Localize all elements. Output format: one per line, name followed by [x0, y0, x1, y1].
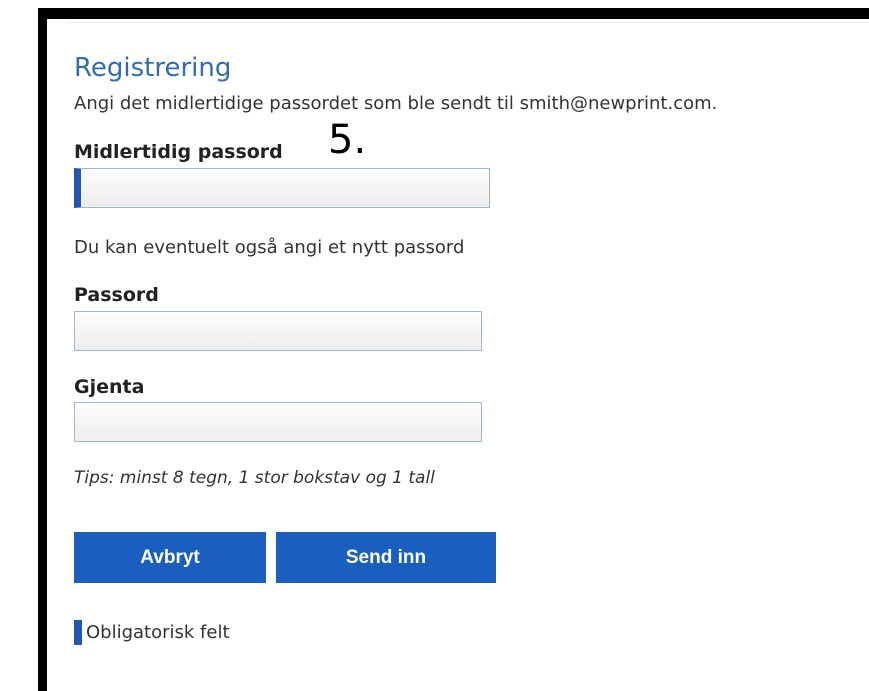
required-marker-icon	[74, 620, 82, 645]
panel-top-divider	[68, 22, 869, 23]
step-marker-annotation: 5.	[328, 117, 367, 163]
submit-button[interactable]: Send inn	[276, 532, 496, 583]
window-left-border	[38, 8, 47, 691]
repeat-password-label: Gjenta	[74, 376, 145, 398]
temp-password-label: Midlertidig passord	[74, 141, 283, 163]
temp-password-field[interactable]	[74, 168, 490, 208]
password-label: Passord	[74, 284, 159, 306]
page-title: Registrering	[74, 53, 232, 83]
password-tips: Tips: minst 8 tegn, 1 stor bokstav og 1 …	[74, 468, 435, 488]
registration-panel	[47, 19, 869, 691]
required-field-legend: Obligatorisk felt	[74, 620, 230, 645]
repeat-password-field[interactable]	[74, 402, 482, 442]
required-legend-text: Obligatorisk felt	[86, 622, 230, 643]
optional-new-password-hint: Du kan eventuelt også angi et nytt passo…	[74, 237, 465, 258]
password-field[interactable]	[74, 311, 482, 351]
cancel-button[interactable]: Avbryt	[74, 532, 266, 583]
instruction-text: Angi det midlertidige passordet som ble …	[74, 93, 718, 114]
window-top-border	[38, 8, 869, 19]
